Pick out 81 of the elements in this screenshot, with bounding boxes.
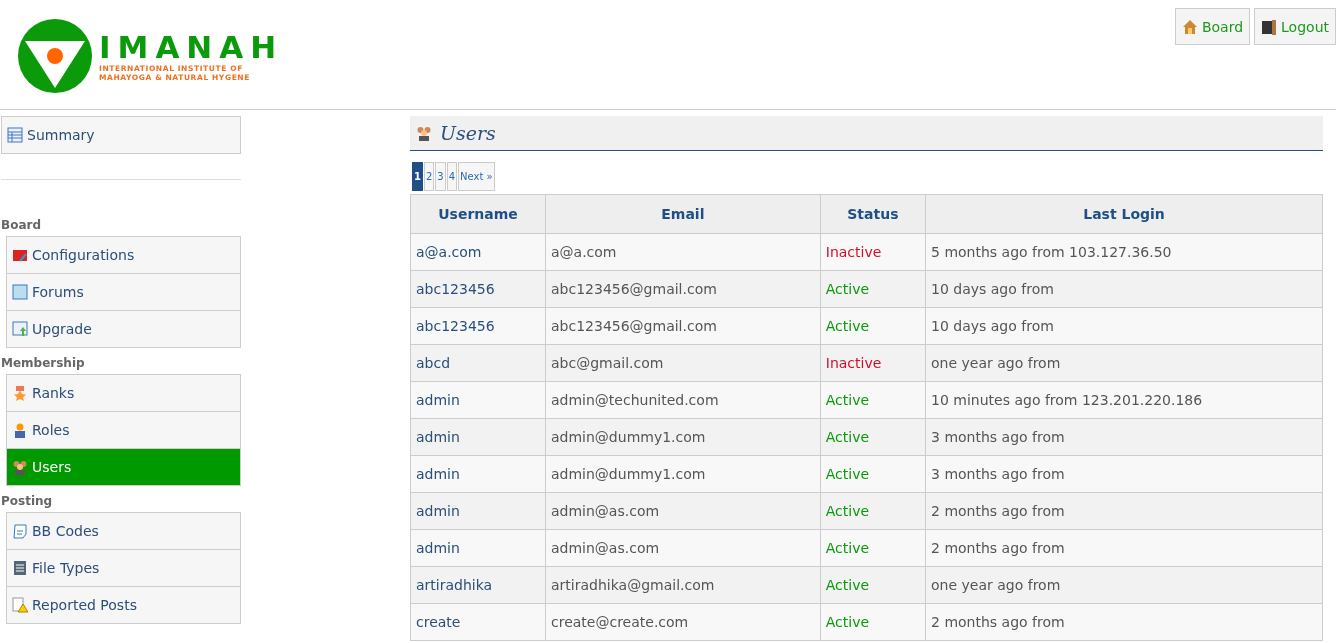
table-cell: 2 months ago from [925,492,1323,530]
table-cell: 3 months ago from [925,455,1323,493]
column-header: Last Login [925,194,1323,234]
table-cell: Inactive [820,233,926,271]
table-cell: abc123456@gmail.com [545,270,821,308]
table-cell: Active [820,381,926,419]
column-header: Email [545,194,821,234]
column-header: Username [410,194,546,234]
table-cell: one year ago from [925,344,1323,382]
table-cell: Active [820,603,926,641]
sidebar-item[interactable]: BB Codes [6,512,241,550]
table-cell: admin [410,529,546,567]
page-link[interactable]: 1 [412,162,423,191]
table-cell: admin@as.com [545,529,821,567]
section-heading: Membership [1,355,86,372]
table-cell: 10 days ago from [925,270,1323,308]
table-cell: Active [820,529,926,567]
document-icon [12,560,28,576]
table-cell: create@create.com [545,603,821,641]
table-cell: Inactive [820,344,926,382]
people-icon [12,459,28,475]
table-cell: admin@as.com [545,492,821,530]
table-cell: admin [410,381,546,419]
sidebar-item[interactable]: Upgrade [6,310,241,348]
table-cell: one year ago from [925,566,1323,604]
house-icon [1181,18,1198,35]
warning-icon [12,597,28,613]
section-heading: Board [1,217,42,234]
sidebar-item[interactable]: Ranks [6,374,241,412]
table-cell: a@a.com [410,233,546,271]
table-cell: admin [410,492,546,530]
sidebar-item[interactable]: Summary [1,116,241,154]
table-cell: a@a.com [545,233,821,271]
table-cell: Active [820,418,926,456]
sidebar-item[interactable]: Roles [6,411,241,449]
medal-icon [12,385,28,401]
people-icon [416,125,432,141]
toolbox-icon [12,247,28,263]
person-icon [12,422,28,438]
table-cell: admin@techunited.com [545,381,821,419]
table-icon [7,127,23,143]
table-cell: 2 months ago from [925,603,1323,641]
column-header: Status [820,194,926,234]
table-cell: 3 months ago from [925,418,1323,456]
table-cell: 5 months ago from 103.127.36.50 [925,233,1323,271]
table-cell: artiradhika [410,566,546,604]
table-cell: abc123456 [410,270,546,308]
table-cell: Active [820,492,926,530]
table-cell: create [410,603,546,641]
upload-icon [12,321,28,337]
table-cell: admin [410,418,546,456]
window-icon [12,284,28,300]
sidebar-item[interactable]: Configurations [6,236,241,274]
logo-title: IMANAH [99,30,284,64]
table-cell: Active [820,566,926,604]
page-link[interactable]: 4 [446,162,458,191]
table-cell: Active [820,455,926,493]
table-cell: abc@gmail.com [545,344,821,382]
table-cell: 2 months ago from [925,529,1323,567]
page-link[interactable]: 3 [435,162,446,191]
table-cell: abc123456 [410,307,546,345]
table-cell: admin@dummy1.com [545,418,821,456]
table-cell: artiradhika@gmail.com [545,566,821,604]
sidebar-item[interactable]: Reported Posts [6,586,241,624]
table-cell: admin [410,455,546,493]
door-icon [1261,18,1278,35]
table-cell: 10 minutes ago from 123.201.220.186 [925,381,1323,419]
table-cell: abcd [410,344,546,382]
sidebar-item[interactable]: Users [6,448,241,486]
table-cell: Active [820,307,926,345]
page-title: Users [440,122,496,144]
scroll-icon [12,523,28,539]
table-cell: admin@dummy1.com [545,455,821,493]
table-cell: 10 days ago from [925,307,1323,345]
table-cell: abc123456@gmail.com [545,307,821,345]
sidebar-item[interactable]: File Types [6,549,241,587]
sidebar-item[interactable]: Forums [6,273,241,311]
page-link[interactable]: 2 [423,162,435,191]
section-heading: Posting [1,493,54,510]
page-link[interactable]: Next » [458,162,495,191]
table-cell: Active [820,270,926,308]
